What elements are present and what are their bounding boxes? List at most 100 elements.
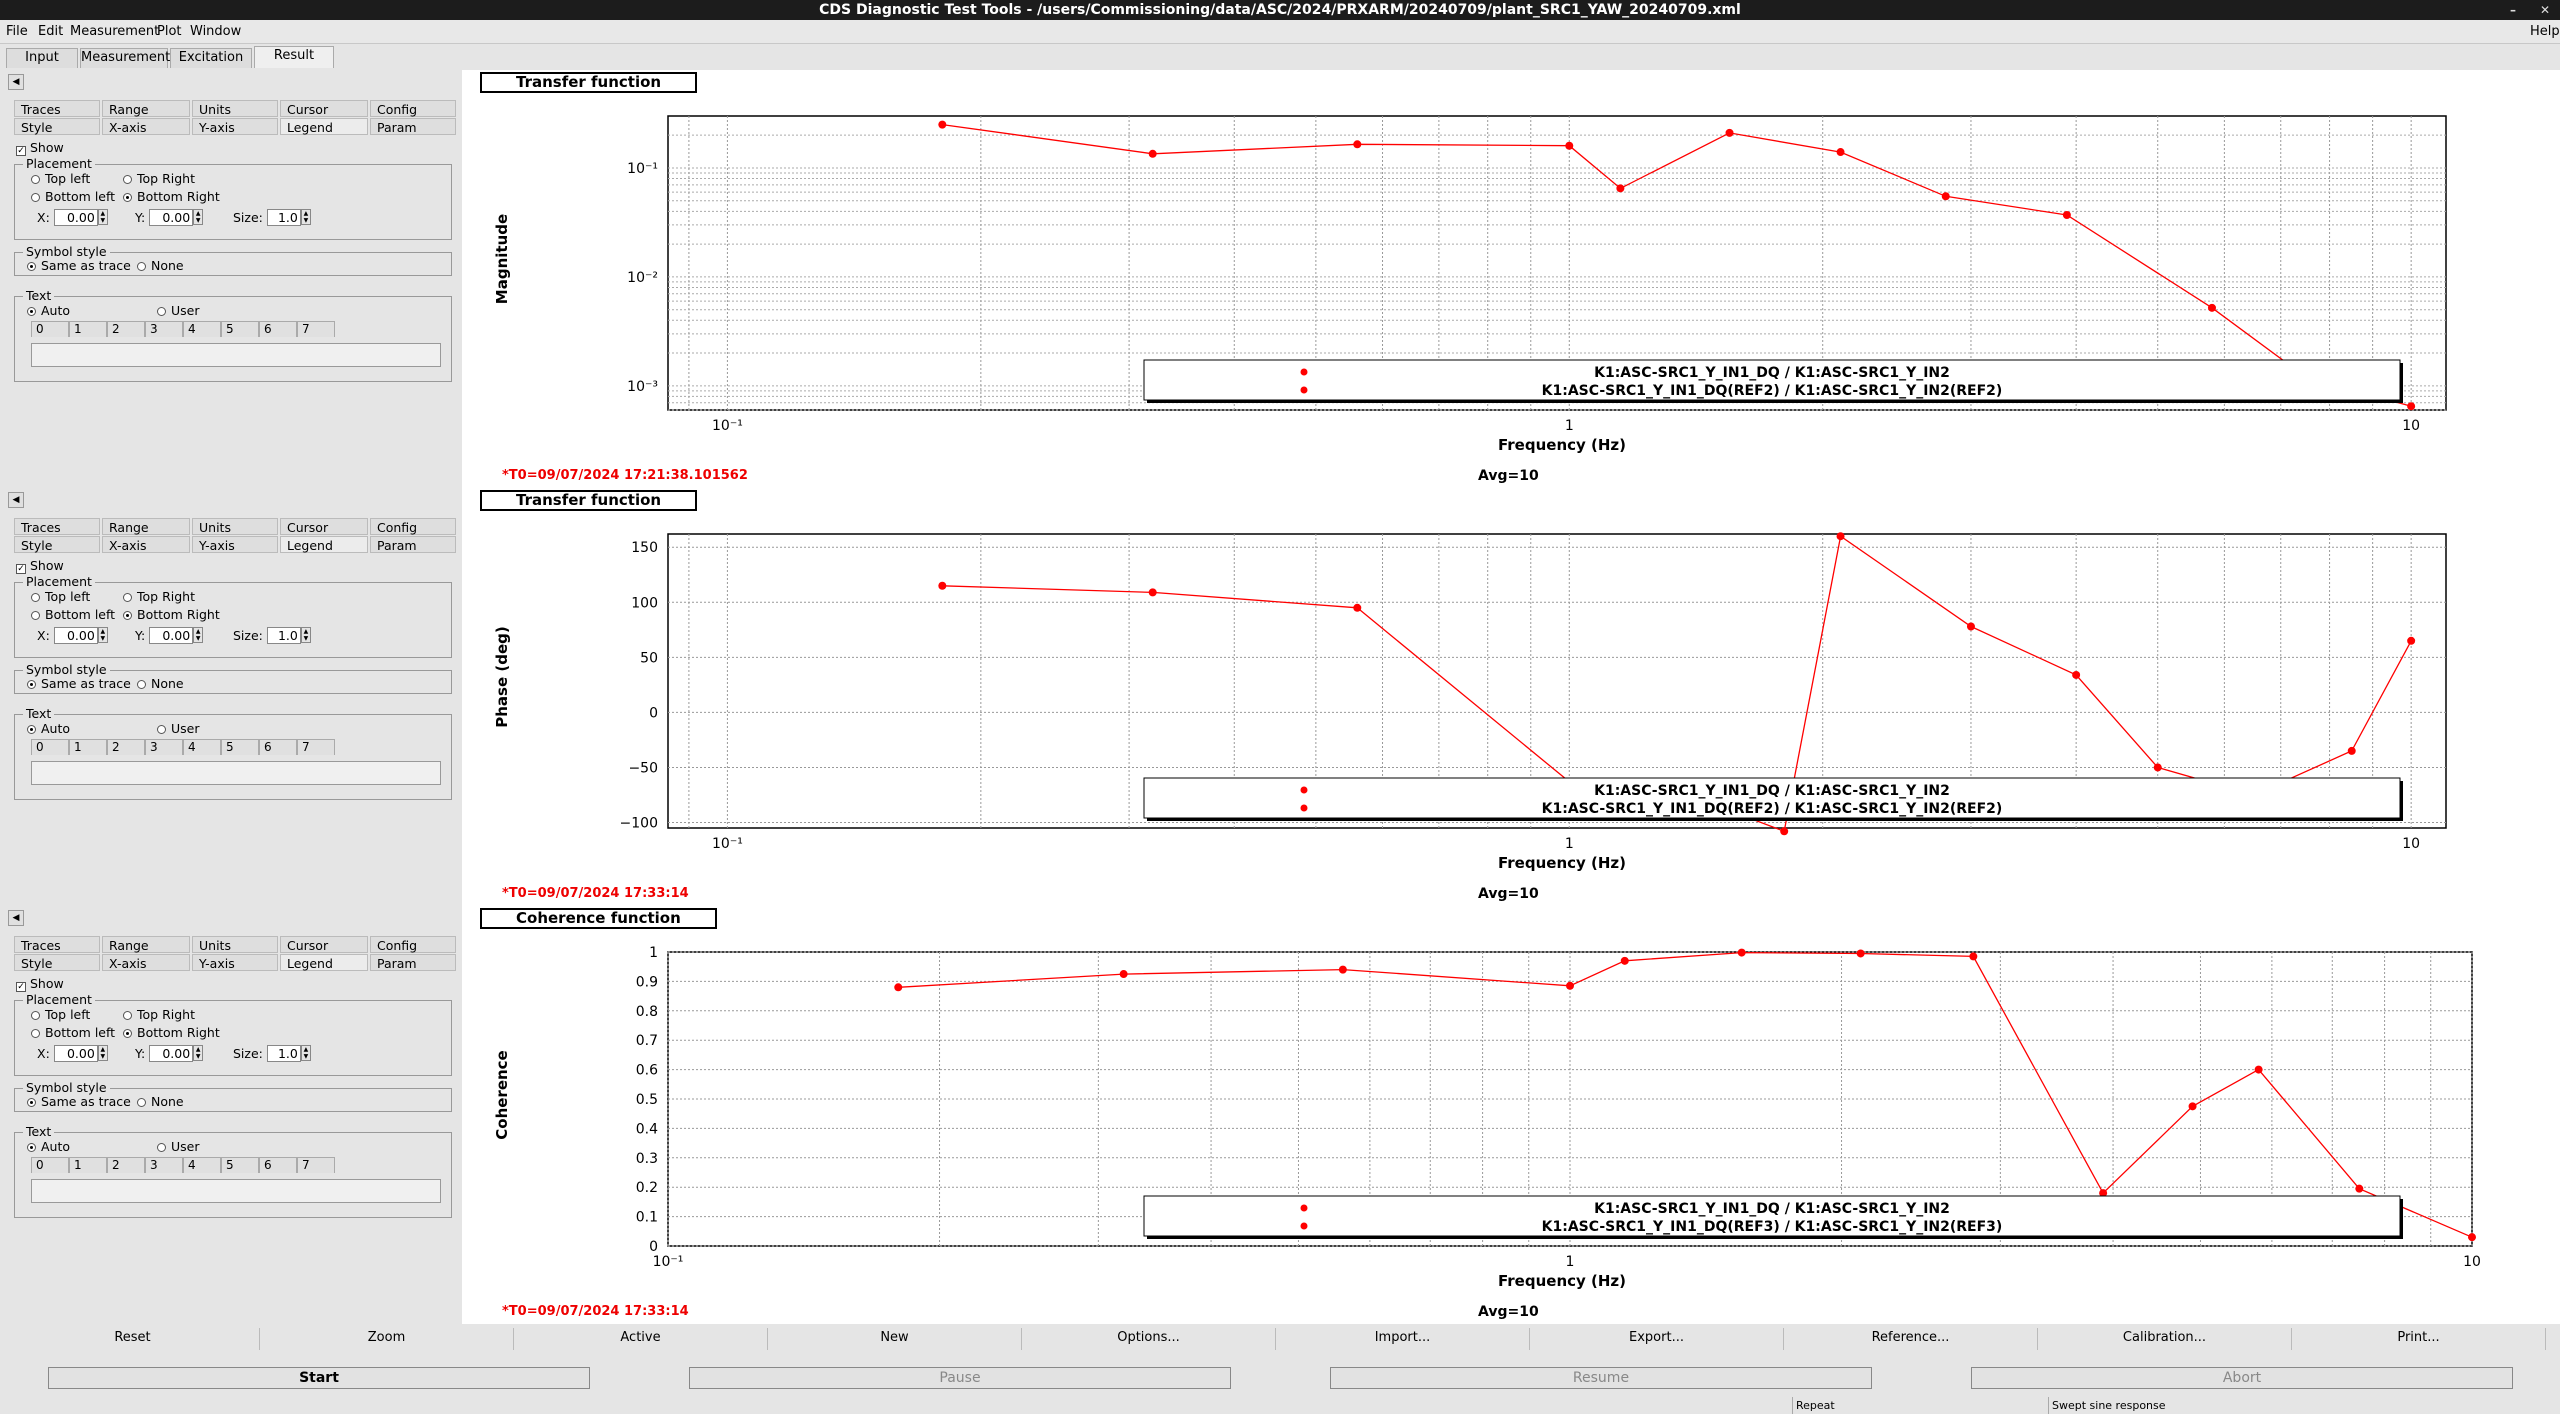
text-user-radio[interactable]: User [157,721,200,736]
text-index-tab[interactable]: 7 [297,739,335,755]
spin-arrows-icon[interactable]: ▲ ▼ [193,627,204,643]
data-point[interactable] [2407,636,2416,645]
text-index-tab[interactable]: 3 [145,739,183,755]
text-index-tab[interactable]: 6 [259,739,297,755]
data-point[interactable] [1969,952,1978,961]
text-index-tab[interactable]: 5 [221,1157,259,1173]
settings-tab-row1[interactable]: Range [102,518,190,535]
legend-text-input[interactable] [31,761,441,785]
show-legend-checkbox[interactable]: ✓ Show [16,140,64,156]
settings-tab-row1[interactable]: Config [370,518,456,535]
legend-y-field[interactable]: Y: 0.00 ▲ ▼ [135,627,204,644]
tab-excitation[interactable]: Excitation [170,48,252,68]
show-legend-checkbox[interactable]: ✓ Show [16,976,64,992]
tab-input[interactable]: Input [6,48,78,68]
symbol-same-radio[interactable]: Same as trace [27,1094,131,1109]
text-index-tab[interactable]: 6 [259,1157,297,1173]
text-index-tab[interactable]: 0 [31,739,69,755]
text-auto-radio[interactable]: Auto [27,303,70,318]
data-point[interactable] [1119,970,1128,979]
settings-tab-row2[interactable]: X-axis [102,954,190,971]
placement-top-left-radio[interactable]: Top left [31,589,90,604]
settings-tab-row1[interactable]: Cursor [280,100,368,117]
data-point[interactable] [2072,670,2081,679]
settings-tab-row2[interactable]: X-axis [102,118,190,135]
placement-bottom-left-radio[interactable]: Bottom left [31,607,115,622]
data-point[interactable] [1566,981,1574,990]
text-index-tab[interactable]: 1 [69,321,107,337]
settings-tab-row2[interactable]: Param [370,954,456,971]
data-point[interactable] [1148,588,1157,597]
spin-arrows-icon[interactable]: ▲ ▼ [193,1045,204,1061]
spin-arrows-icon[interactable]: ▲ ▼ [97,627,108,643]
placement-bottom-left-radio[interactable]: Bottom left [31,1025,115,1040]
placement-bottom-right-radio[interactable]: Bottom Right [123,1025,220,1040]
legend-size-field[interactable]: Size: 1.0 ▲ ▼ [233,627,311,644]
data-point[interactable] [938,120,947,129]
resume-button[interactable]: Resume [1330,1367,1872,1389]
symbol-same-radio[interactable]: Same as trace [27,676,131,691]
placement-top-right-radio[interactable]: Top Right [123,171,195,186]
settings-tab-row2[interactable]: Legend [280,954,368,971]
placement-top-right-radio[interactable]: Top Right [123,1007,195,1022]
text-index-tab[interactable]: 1 [69,739,107,755]
settings-tab-row2[interactable]: Style [14,118,100,135]
settings-tab-row1[interactable]: Traces [14,936,100,953]
settings-tab-row1[interactable]: Range [102,936,190,953]
chart-svg[interactable]: 10⁻¹ 1 10 10⁻¹ 10⁻² 10⁻³ K1:ASC-SRC1_Y_IN1_DQ … [462,70,2560,465]
import-button[interactable]: Import... [1276,1328,1530,1350]
menu-edit[interactable]: Edit [38,24,63,39]
settings-tab-row1[interactable]: Cursor [280,936,368,953]
data-point[interactable] [1780,827,1789,836]
active-button[interactable]: Active [514,1328,768,1350]
print-button[interactable]: Print... [2292,1328,2546,1350]
data-point[interactable] [1616,184,1625,193]
placement-bottom-left-radio[interactable]: Bottom left [31,189,115,204]
x-value[interactable]: 0.00 [53,1045,98,1062]
data-point[interactable] [2062,211,2071,220]
legend-y-field[interactable]: Y: 0.00 ▲ ▼ [135,209,204,226]
text-index-tab[interactable]: 3 [145,1157,183,1173]
pause-button[interactable]: Pause [689,1367,1231,1389]
placement-top-left-radio[interactable]: Top left [31,1007,90,1022]
data-point[interactable] [1941,192,1950,201]
abort-button[interactable]: Abort [1971,1367,2513,1389]
settings-tab-row1[interactable]: Traces [14,518,100,535]
settings-tab-row2[interactable]: X-axis [102,536,190,553]
export-button[interactable]: Export... [1530,1328,1784,1350]
settings-tab-row1[interactable]: Units [192,100,278,117]
show-legend-checkbox[interactable]: ✓ Show [16,558,64,574]
spin-arrows-icon[interactable]: ▲ ▼ [300,209,311,225]
symbol-none-radio[interactable]: None [137,676,184,691]
options-button[interactable]: Options... [1022,1328,1276,1350]
chart-svg[interactable]: 10⁻¹ 1 10 1 0.9 0.8 0.7 0.6 0.5 0.4 0.3 0.2 0.1 0 K1:A… [462,906,2560,1301]
collapse-arrow-icon[interactable]: ◀ [8,74,24,90]
placement-top-left-radio[interactable]: Top left [31,171,90,186]
text-index-tab[interactable]: 7 [297,321,335,337]
size-value[interactable]: 1.0 [266,1045,301,1062]
new-button[interactable]: New [768,1328,1022,1350]
data-point[interactable] [1148,149,1157,158]
text-index-tab[interactable]: 4 [183,321,221,337]
data-point[interactable] [1338,965,1347,974]
settings-tab-row2[interactable]: Legend [280,118,368,135]
symbol-same-radio[interactable]: Same as trace [27,258,131,273]
settings-tab-row2[interactable]: Legend [280,536,368,553]
text-auto-radio[interactable]: Auto [27,1139,70,1154]
text-index-tab[interactable]: 2 [107,1157,145,1173]
text-index-tab[interactable]: 5 [221,739,259,755]
spin-arrows-icon[interactable]: ▲ ▼ [97,1045,108,1061]
data-point[interactable] [2355,1184,2364,1193]
text-index-tab[interactable]: 4 [183,739,221,755]
y-value[interactable]: 0.00 [149,627,194,644]
text-index-tab[interactable]: 3 [145,321,183,337]
data-point[interactable] [1737,948,1746,957]
settings-tab-row1[interactable]: Units [192,518,278,535]
start-button[interactable]: Start [48,1367,590,1389]
data-point[interactable] [938,581,947,590]
data-point[interactable] [1836,532,1845,541]
menu-file[interactable]: File [6,24,28,39]
y-value[interactable]: 0.00 [149,1045,194,1062]
plot-area[interactable]: Transfer function Phase (deg) Frequency (H… [462,488,2560,906]
text-index-tab[interactable]: 5 [221,321,259,337]
